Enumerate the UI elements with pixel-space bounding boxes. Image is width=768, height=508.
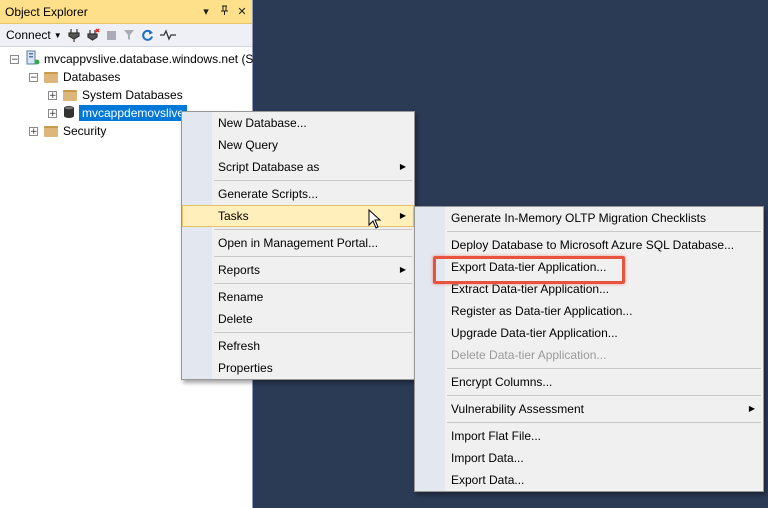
folder-icon [63, 89, 77, 101]
menu-item-deploy-to-azure[interactable]: Deploy Database to Microsoft Azure SQL D… [415, 234, 763, 256]
menu-item-new-database[interactable]: New Database... [182, 112, 414, 134]
submenu-arrow-icon: ▶ [748, 404, 755, 413]
expand-icon[interactable]: + [48, 90, 57, 100]
menu-item-label: Rename [218, 290, 264, 304]
submenu-arrow-icon: ▶ [399, 162, 406, 171]
connect-label: Connect [6, 28, 51, 42]
close-icon[interactable]: ✕ [234, 5, 250, 18]
menu-item-import-flat-file[interactable]: Import Flat File... [415, 425, 763, 447]
tree-node-databases[interactable]: − Databases [29, 68, 120, 86]
menu-item-rename[interactable]: Rename [182, 286, 414, 308]
selected-database-label: mvcappdemovslive [79, 105, 188, 121]
menu-item-import-data[interactable]: Import Data... [415, 447, 763, 469]
server-icon [25, 50, 40, 68]
folder-icon [44, 71, 58, 83]
submenu-arrow-icon: ▶ [399, 265, 406, 274]
menu-item-encrypt-columns[interactable]: Encrypt Columns... [415, 371, 763, 393]
menu-item-label: Export Data... [451, 473, 525, 487]
collapse-icon[interactable]: − [29, 72, 38, 82]
menu-item-label: Refresh [218, 339, 261, 353]
menu-separator [214, 332, 412, 333]
menu-item-label: Encrypt Columns... [451, 375, 553, 389]
menu-item-label: Reports [218, 263, 261, 277]
chevron-down-icon: ▼ [53, 30, 62, 40]
menu-item-label: Deploy Database to Microsoft Azure SQL D… [451, 238, 735, 252]
menu-item-register-data-tier-application[interactable]: Register as Data-tier Application... [415, 300, 763, 322]
expand-icon[interactable]: + [29, 126, 38, 136]
menu-separator [447, 422, 761, 423]
panel-title: Object Explorer [5, 4, 88, 19]
security-label: Security [63, 124, 107, 138]
tasks-submenu: Generate In-Memory OLTP Migration Checkl… [414, 206, 764, 492]
menu-separator [447, 395, 761, 396]
menu-item-delete-data-tier-application: Delete Data-tier Application... [415, 344, 763, 366]
menu-item-label: Upgrade Data-tier Application... [451, 326, 618, 340]
menu-item-label: Extract Data-tier Application... [451, 282, 610, 296]
menu-separator [214, 256, 412, 257]
menu-separator [214, 180, 412, 181]
object-explorer-title-bar: Object Explorer ▾ ✕ [0, 0, 252, 24]
menu-item-label: Register as Data-tier Application... [451, 304, 633, 318]
menu-item-reports[interactable]: Reports ▶ [182, 259, 414, 281]
menu-separator [214, 283, 412, 284]
tree-node-selected-database[interactable]: + mvcappdemovslive [48, 104, 188, 122]
pin-icon[interactable] [216, 5, 232, 19]
system-databases-label: System Databases [82, 88, 183, 102]
menu-item-label: Tasks [218, 209, 249, 223]
menu-item-label: Vulnerability Assessment [451, 402, 584, 416]
server-label: mvcappvslive.database.windows.net (S [44, 52, 254, 66]
menu-item-label: Generate Scripts... [218, 187, 319, 201]
collapse-icon[interactable]: − [10, 54, 19, 64]
menu-item-export-data[interactable]: Export Data... [415, 469, 763, 491]
menu-item-open-in-management-portal[interactable]: Open in Management Portal... [182, 232, 414, 254]
folder-icon [44, 125, 58, 137]
object-explorer-toolbar: Connect ▼ [0, 24, 252, 47]
highlight-annotation-box [433, 256, 625, 284]
menu-item-label: Generate In-Memory OLTP Migration Checkl… [451, 211, 706, 225]
menu-item-label: Delete Data-tier Application... [451, 348, 607, 362]
connect-button[interactable]: Connect ▼ [6, 26, 62, 44]
tree-node-system-databases[interactable]: + System Databases [48, 86, 183, 104]
menu-item-vulnerability-assessment[interactable]: Vulnerability Assessment ▶ [415, 398, 763, 420]
tree-node-security[interactable]: + Security [29, 122, 106, 140]
menu-item-label: New Query [218, 138, 279, 152]
menu-separator [447, 368, 761, 369]
menu-item-properties[interactable]: Properties [182, 357, 414, 379]
menu-item-label: Script Database as [218, 160, 320, 174]
menu-separator [214, 229, 412, 230]
menu-item-refresh[interactable]: Refresh [182, 335, 414, 357]
menu-item-label: Import Data... [451, 451, 524, 465]
filter-icon[interactable] [123, 26, 135, 44]
menu-item-script-database-as[interactable]: Script Database as ▶ [182, 156, 414, 178]
window-position-icon[interactable]: ▾ [198, 5, 214, 18]
database-context-menu: New Database... New Query Script Databas… [181, 111, 415, 380]
menu-item-label: Delete [218, 312, 253, 326]
menu-item-label: Open in Management Portal... [218, 236, 379, 250]
menu-item-label: Properties [218, 361, 273, 375]
databases-label: Databases [63, 70, 121, 84]
menu-item-generate-oltp-checklists[interactable]: Generate In-Memory OLTP Migration Checkl… [415, 207, 763, 229]
mouse-cursor-icon [368, 209, 382, 229]
menu-item-new-query[interactable]: New Query [182, 134, 414, 156]
menu-item-upgrade-data-tier-application[interactable]: Upgrade Data-tier Application... [415, 322, 763, 344]
submenu-arrow-icon: ▶ [399, 211, 406, 220]
menu-item-delete[interactable]: Delete [182, 308, 414, 330]
menu-item-generate-scripts[interactable]: Generate Scripts... [182, 183, 414, 205]
refresh-icon[interactable] [141, 26, 154, 44]
stop-icon[interactable] [106, 26, 117, 44]
menu-separator [447, 231, 761, 232]
activity-monitor-icon[interactable] [159, 26, 176, 44]
tree-node-server[interactable]: − mvcappvslive.database.windows.net (S [10, 50, 253, 68]
database-icon [63, 105, 75, 122]
connect-plug-icon[interactable] [68, 26, 80, 44]
menu-item-label: New Database... [218, 116, 307, 130]
menu-item-label: Import Flat File... [451, 429, 542, 443]
disconnect-plug-icon[interactable] [86, 26, 100, 44]
expand-icon[interactable]: + [48, 108, 57, 118]
